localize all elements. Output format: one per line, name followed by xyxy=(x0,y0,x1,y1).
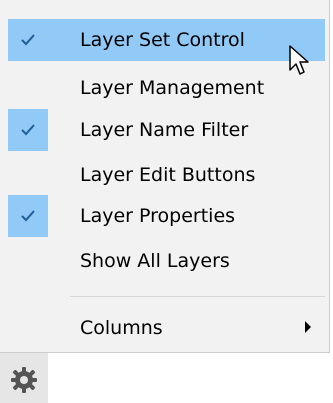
context-menu: Layer Set Control Layer Management Layer… xyxy=(0,0,330,353)
menu-item-layer-edit-buttons[interactable]: Layer Edit Buttons xyxy=(8,154,325,196)
menu-item-label: Layer Properties xyxy=(80,205,236,227)
checkmark-cell xyxy=(8,19,48,61)
menu-separator xyxy=(70,296,325,297)
menu-item-label: Layer Name Filter xyxy=(80,119,249,141)
chevron-right-icon xyxy=(305,321,311,333)
menu-item-label: Layer Management xyxy=(80,77,265,99)
menu-item-label: Show All Layers xyxy=(80,250,230,272)
check-icon xyxy=(21,124,35,136)
menu-item-columns[interactable]: Columns xyxy=(8,307,325,349)
menu-item-label: Layer Edit Buttons xyxy=(80,164,256,186)
menu-item-layer-management[interactable]: Layer Management xyxy=(8,67,325,109)
gear-icon xyxy=(11,367,37,393)
menu-item-label: Layer Set Control xyxy=(80,29,245,51)
menu-item-layer-name-filter[interactable]: Layer Name Filter xyxy=(8,109,325,151)
menu-item-layer-set-control[interactable]: Layer Set Control xyxy=(8,19,325,61)
check-icon xyxy=(21,34,35,46)
settings-button[interactable] xyxy=(0,353,48,403)
menu-item-label: Columns xyxy=(80,317,163,339)
menu-item-layer-properties[interactable]: Layer Properties xyxy=(8,195,325,237)
checkmark-cell xyxy=(8,109,48,151)
checkmark-cell xyxy=(8,195,48,237)
check-icon xyxy=(21,210,35,222)
mouse-pointer-icon xyxy=(289,45,309,75)
menu-item-show-all-layers[interactable]: Show All Layers xyxy=(8,240,325,282)
